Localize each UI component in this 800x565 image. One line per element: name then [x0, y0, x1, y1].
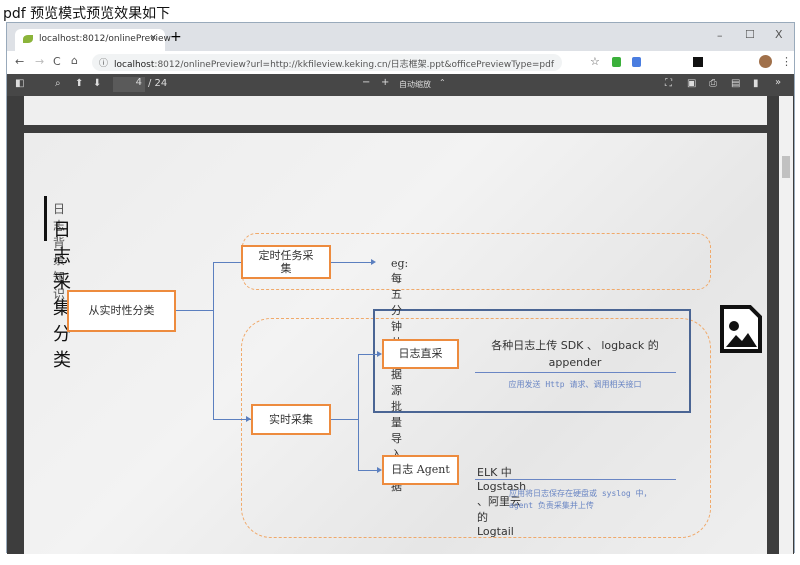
title-bar-accent	[44, 196, 47, 241]
connector	[331, 419, 358, 420]
reload-icon[interactable]: C	[53, 55, 61, 68]
zoom-caret-icon: ⌃	[439, 78, 446, 87]
scrollbar-thumb[interactable]	[782, 156, 790, 178]
caption: pdf 预览模式预览效果如下	[3, 6, 171, 22]
menu-icon[interactable]: ⋮	[781, 55, 792, 68]
back-icon[interactable]: ←	[15, 55, 24, 68]
browser-window: localhost:8012/onlinePreview × + – ☐ X ←…	[6, 22, 795, 554]
new-tab-button[interactable]: +	[170, 29, 182, 45]
pdf-viewer: 日志背景知识 日志采集分类 从实时性分类 定时任务采集 eg: 每五分钟 据源批…	[7, 96, 794, 554]
node-realtime: 实时采集	[251, 404, 331, 435]
maximize-button[interactable]: ☐	[745, 28, 755, 41]
divider	[475, 372, 676, 373]
star-icon[interactable]: ☆	[590, 55, 600, 68]
avatar[interactable]	[759, 55, 772, 68]
extension-icon[interactable]	[612, 57, 621, 67]
previous-page-icon[interactable]: ⬆	[75, 78, 83, 89]
zoom-out-button[interactable]: −	[362, 77, 370, 88]
connector	[358, 354, 378, 355]
tab-active[interactable]: localhost:8012/onlinePreview ×	[15, 29, 171, 51]
tab-close-button[interactable]: ×	[149, 33, 157, 43]
extension-icon[interactable]	[693, 57, 703, 67]
zoom-in-button[interactable]: +	[381, 77, 389, 88]
connector	[213, 262, 214, 419]
bookmark-icon[interactable]: ▮	[753, 78, 759, 89]
connector	[331, 262, 371, 263]
url-path: :8012/onlinePreview?url=http://kkfilevie…	[154, 60, 555, 70]
fullscreen-icon[interactable]: ⛶	[665, 78, 672, 89]
url-input[interactable]: ⓘ localhost:8012/onlinePreview?url=http:…	[92, 54, 562, 71]
pdf-page-current: 日志背景知识 日志采集分类 从实时性分类 定时任务采集 eg: 每五分钟 据源批…	[24, 133, 767, 554]
sidebar-toggle-icon[interactable]: ◧	[15, 78, 24, 89]
page-number-input[interactable]: 4	[113, 77, 145, 92]
home-icon[interactable]: ⌂	[71, 54, 78, 67]
minimize-button[interactable]: –	[717, 29, 723, 42]
forward-icon[interactable]: →	[35, 55, 44, 68]
scrollbar[interactable]	[779, 96, 793, 554]
next-page-icon[interactable]: ⬇	[93, 78, 101, 89]
direct-subtext: 应用发送 Http 请求、调用相关接口	[508, 380, 642, 389]
address-bar-row: ← → C ⌂ ⓘ localhost:8012/onlinePreview?u…	[7, 51, 794, 74]
extension-icon[interactable]	[632, 57, 641, 67]
node-direct: 日志直采	[382, 339, 459, 369]
arrow-icon	[371, 259, 376, 265]
tab-bar: localhost:8012/onlinePreview × + – ☐ X	[7, 23, 794, 51]
search-icon[interactable]: ⌕	[55, 78, 61, 89]
close-button[interactable]: X	[775, 28, 783, 41]
print-icon[interactable]: ⎙	[709, 78, 717, 89]
more-tools-icon[interactable]: »	[775, 77, 781, 88]
node-root: 从实时性分类	[67, 290, 176, 332]
connector	[213, 262, 241, 263]
direct-description: 各种日志上传 SDK 、 logback 的 appender	[491, 339, 659, 369]
download-icon[interactable]: ▤	[731, 78, 740, 89]
image-placeholder-icon	[719, 304, 763, 354]
connector	[176, 310, 213, 311]
info-icon: ⓘ	[99, 59, 109, 69]
zoom-select[interactable]: 自动缩放	[399, 79, 431, 90]
url-host: localhost	[114, 60, 155, 70]
agent-subtext: 应用将日志保存在硬盘或 syslog 中， agent 负责采集并上传	[509, 489, 652, 510]
pdf-page-previous	[24, 96, 767, 125]
connector	[358, 354, 359, 470]
pdf-toolbar: ◧ ⌕ ⬆ ⬇ 4 / 24 − + 自动缩放 ⌃ ⛶ ▣ ⎙ ▤ ▮ »	[7, 74, 794, 96]
node-agent: 日志 Agent	[382, 455, 459, 485]
connector	[358, 470, 378, 471]
page-total: / 24	[148, 78, 168, 89]
divider	[475, 479, 676, 480]
open-file-icon[interactable]: ▣	[687, 78, 696, 89]
favicon-icon	[23, 35, 33, 43]
node-scheduled: 定时任务采集	[241, 245, 331, 279]
